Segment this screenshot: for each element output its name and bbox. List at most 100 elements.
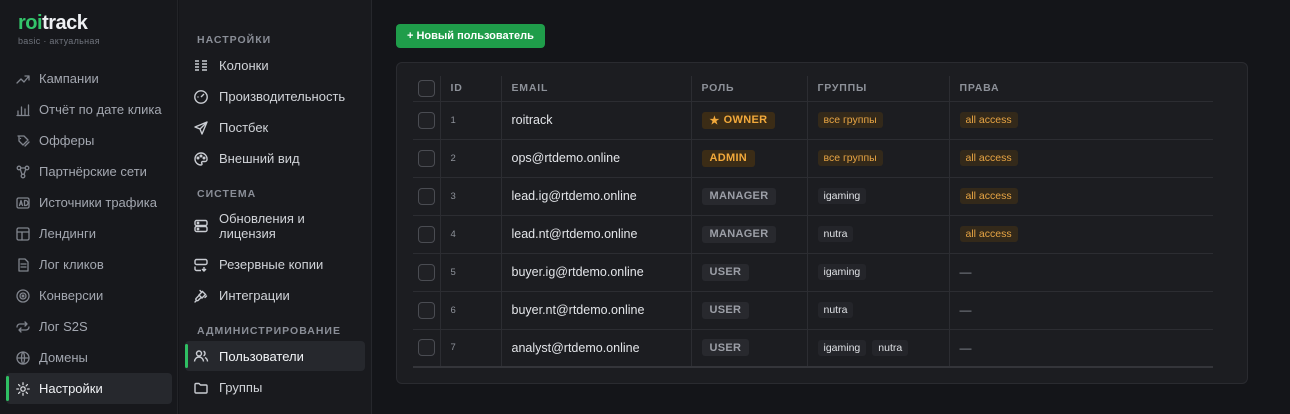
sidebar-item-7[interactable]: Конверсии bbox=[6, 280, 172, 311]
table-row[interactable]: 4 lead.nt@rtdemo.online MANAGER nutra all ac… bbox=[413, 215, 1213, 254]
sidebar-item-10[interactable]: Настройки bbox=[6, 373, 172, 404]
backup-icon bbox=[193, 257, 209, 273]
users-table: ID EMAIL РОЛЬ ГРУППЫ ПРАВА 1 roitrack ★ OWN… bbox=[413, 76, 1213, 368]
offers-icon bbox=[15, 133, 31, 149]
row-select-cell bbox=[413, 253, 441, 292]
sidebar-item-9[interactable]: Домены bbox=[6, 342, 172, 373]
table-row[interactable]: 6 buyer.nt@rtdemo.online USER nutra — bbox=[413, 291, 1213, 330]
group-tag: все группы bbox=[817, 150, 883, 166]
table-row[interactable]: 5 buyer.ig@rtdemo.online USER igaming — bbox=[413, 253, 1213, 292]
sidebar-item-5[interactable]: Лендинги bbox=[6, 218, 172, 249]
row-checkbox[interactable] bbox=[418, 149, 435, 167]
row-role: USER bbox=[691, 291, 808, 330]
sidebar-item-1[interactable]: Отчёт по дате клика bbox=[6, 94, 172, 125]
bar-chart-icon bbox=[15, 102, 31, 118]
row-rights: all access bbox=[949, 215, 1213, 254]
row-email[interactable]: ops@rtdemo.online bbox=[501, 139, 692, 178]
row-email[interactable]: roitrack bbox=[501, 101, 692, 140]
columns-icon bbox=[193, 58, 209, 74]
row-email[interactable]: buyer.ig@rtdemo.online bbox=[501, 253, 692, 292]
group-tag: nutra bbox=[817, 302, 854, 318]
palette-icon bbox=[193, 151, 209, 167]
row-select-cell bbox=[413, 215, 441, 254]
row-select-cell bbox=[413, 139, 441, 178]
s2s-icon bbox=[15, 319, 31, 335]
rights-tag: all access bbox=[959, 150, 1018, 166]
row-checkbox[interactable] bbox=[418, 339, 435, 357]
subnav-item-users[interactable]: Пользователи bbox=[185, 341, 365, 371]
header-groups[interactable]: ГРУППЫ bbox=[807, 76, 950, 102]
role-badge: ADMIN bbox=[701, 149, 756, 167]
select-all-checkbox[interactable] bbox=[418, 79, 435, 97]
table-row[interactable]: 2 ops@rtdemo.online ADMIN все группы all acc… bbox=[413, 139, 1213, 178]
sidebar-item-label: Источники трафика bbox=[39, 195, 157, 210]
rights-none: — bbox=[959, 265, 972, 279]
sidebar-item-label: Отчёт по дате клика bbox=[39, 102, 162, 117]
row-select-cell bbox=[413, 291, 441, 330]
sidebar-item-6[interactable]: Лог кликов bbox=[6, 249, 172, 280]
row-checkbox[interactable] bbox=[418, 263, 435, 281]
row-checkbox[interactable] bbox=[418, 301, 435, 319]
subnav-item-appearance[interactable]: Внешний вид bbox=[185, 143, 365, 174]
section-title-settings: НАСТРОЙКИ bbox=[197, 34, 272, 46]
sidebar-item-label: Лог кликов bbox=[39, 257, 104, 272]
main-sidebar: roitrack basic · актуальная Кампании Отчё… bbox=[0, 0, 178, 414]
row-email[interactable]: buyer.nt@rtdemo.online bbox=[501, 291, 692, 330]
subnav-item-columns[interactable]: Колонки bbox=[185, 50, 365, 81]
sidebar-item-2[interactable]: Офферы bbox=[6, 125, 172, 156]
row-role: ★ OWNER bbox=[691, 101, 808, 140]
subnav-item-groups[interactable]: Группы bbox=[185, 372, 365, 403]
row-id: 4 bbox=[440, 215, 502, 254]
sidebar-item-3[interactable]: Партнёрские сети bbox=[6, 156, 172, 187]
row-email[interactable]: lead.nt@rtdemo.online bbox=[501, 215, 692, 254]
table-row[interactable]: 7 analyst@rtdemo.online USER igaming nutra — bbox=[413, 329, 1213, 368]
row-id: 1 bbox=[440, 101, 502, 140]
layout-icon bbox=[15, 226, 31, 242]
send-icon bbox=[193, 120, 209, 136]
row-rights: all access bbox=[949, 139, 1213, 178]
logo-text: roitrack bbox=[18, 12, 88, 34]
section-title-admin: АДМИНИСТРИРОВАНИЕ bbox=[197, 325, 341, 337]
row-id: 5 bbox=[440, 253, 502, 292]
plug-icon bbox=[193, 288, 209, 304]
subnav-item-updates[interactable]: Обновления и лицензия bbox=[185, 204, 365, 248]
sidebar-item-label: Лог S2S bbox=[39, 319, 88, 334]
row-groups: igaming bbox=[807, 177, 950, 216]
rights-tag: all access bbox=[959, 188, 1018, 204]
header-rights[interactable]: ПРАВА bbox=[949, 76, 1213, 102]
row-rights: — bbox=[949, 291, 1213, 330]
role-badge: USER bbox=[701, 339, 750, 357]
sidebar-item-label: Кампании bbox=[39, 71, 99, 86]
subnav-item-backups[interactable]: Резервные копии bbox=[185, 249, 365, 280]
sidebar-item-4[interactable]: Источники трафика bbox=[6, 187, 172, 218]
sidebar-item-0[interactable]: Кампании bbox=[6, 63, 172, 94]
sidebar-nav: Кампании Отчёт по дате клика Офферы Партнёр… bbox=[6, 63, 172, 404]
new-user-button[interactable]: + Новый пользователь bbox=[396, 24, 545, 48]
row-groups: nutra bbox=[807, 291, 950, 330]
subnav-item-performance[interactable]: Производительность bbox=[185, 81, 365, 112]
target-icon bbox=[15, 288, 31, 304]
row-groups: nutra bbox=[807, 215, 950, 254]
role-badge: ★ OWNER bbox=[701, 111, 776, 129]
header-email[interactable]: EMAIL bbox=[501, 76, 692, 102]
sidebar-item-8[interactable]: Лог S2S bbox=[6, 311, 172, 342]
section-title-system: СИСТЕМА bbox=[197, 188, 257, 200]
row-id: 6 bbox=[440, 291, 502, 330]
table-row[interactable]: 1 roitrack ★ OWNER все группы all access bbox=[413, 101, 1213, 140]
row-groups: igaming nutra bbox=[807, 329, 950, 368]
row-checkbox[interactable] bbox=[418, 225, 435, 243]
row-checkbox[interactable] bbox=[418, 111, 435, 129]
row-checkbox[interactable] bbox=[418, 187, 435, 205]
plan-label: basic · актуальная bbox=[18, 36, 100, 46]
settings-subnav: НАСТРОЙКИ Колонки Производительность Пос… bbox=[179, 0, 372, 414]
subnav-item-integrations[interactable]: Интеграции bbox=[185, 280, 365, 311]
row-email[interactable]: lead.ig@rtdemo.online bbox=[501, 177, 692, 216]
trend-icon bbox=[15, 71, 31, 87]
table-row[interactable]: 3 lead.ig@rtdemo.online MANAGER igaming all … bbox=[413, 177, 1213, 216]
header-role[interactable]: РОЛЬ bbox=[691, 76, 808, 102]
row-email[interactable]: analyst@rtdemo.online bbox=[501, 329, 692, 368]
header-id[interactable]: ID bbox=[440, 76, 502, 102]
group-tag: igaming bbox=[817, 264, 867, 280]
logo[interactable]: roitrack basic · актуальная bbox=[18, 12, 100, 46]
subnav-item-postback[interactable]: Постбек bbox=[185, 112, 365, 143]
